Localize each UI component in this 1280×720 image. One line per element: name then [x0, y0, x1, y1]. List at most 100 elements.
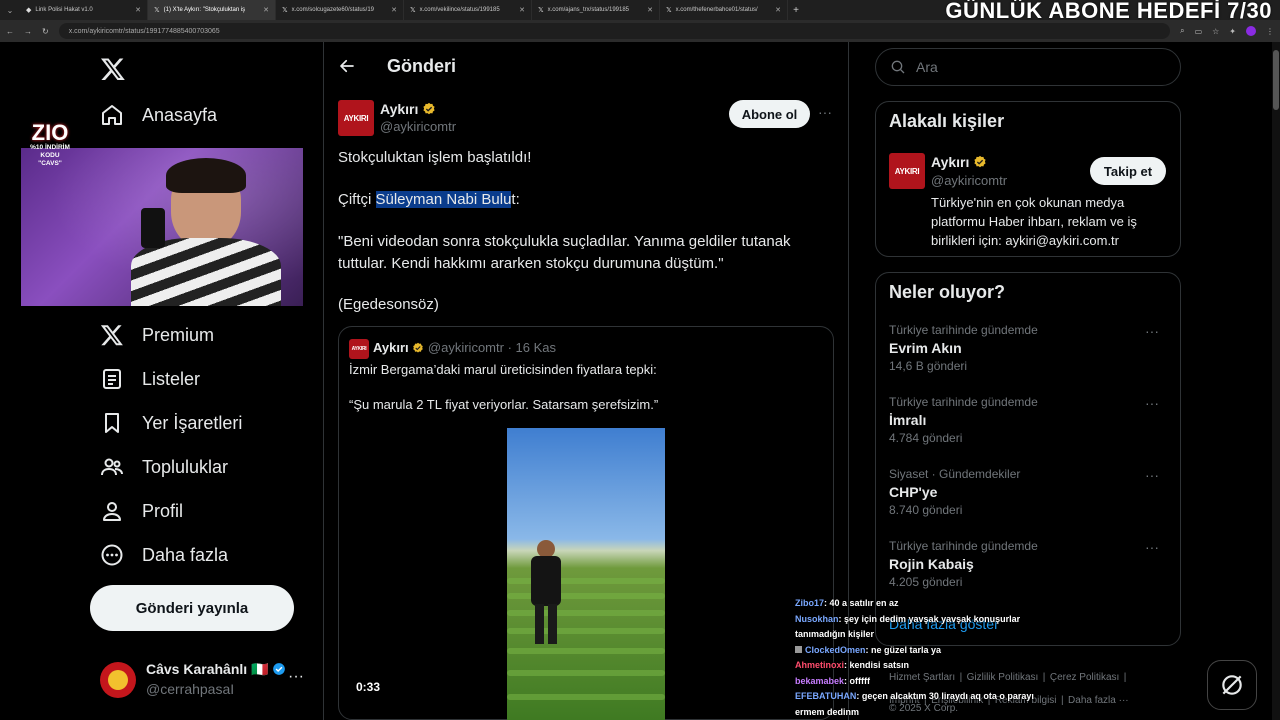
related-bio: Türkiye'nin en çok okunan medya platform… — [931, 195, 1137, 248]
tweet-author-row: Aykırı — [380, 101, 436, 117]
back-icon[interactable]: ← — [6, 27, 14, 36]
profile-avatar-icon[interactable] — [1246, 26, 1256, 36]
close-icon[interactable]: ✕ — [135, 6, 141, 14]
tab-search-icon[interactable]: ⌄ — [0, 0, 20, 20]
sidebar-item-label: Daha fazla — [142, 544, 229, 565]
verified-badge-icon — [413, 342, 424, 353]
browser-tab[interactable]: 𝕏x.com/thefenerbahce01/status/✕ — [660, 0, 788, 20]
browser-tab-active[interactable]: 𝕏 (1) X'te Aykırı: "Stokçuluktan iş ✕ — [148, 0, 276, 20]
tweet-text-line: Stokçuluktan işlem başlatıldı! — [338, 149, 532, 166]
close-icon[interactable]: ✕ — [391, 6, 397, 14]
trend-count: 8.740 gönderi — [889, 503, 963, 517]
tweet-text-line: Çiftçi Süleyman Nabi Bulut: — [338, 189, 818, 211]
more-dots-icon[interactable]: ··· — [1145, 395, 1159, 411]
chat-badge-icon — [795, 645, 802, 653]
close-icon[interactable]: ✕ — [775, 6, 781, 14]
search-placeholder: Ara — [916, 59, 938, 75]
footer-link[interactable]: Çerez Politikası — [1050, 672, 1119, 683]
x-logo-icon: 𝕏 — [410, 7, 416, 14]
trend-count: 14,6 B gönderi — [889, 359, 968, 373]
close-icon[interactable]: ✕ — [263, 6, 269, 14]
selected-text[interactable]: Süleyman Nabi Bulu — [375, 191, 512, 208]
trend-item[interactable]: Türkiye tarihinde gündemde İmralı 4.784 … — [889, 395, 1169, 445]
url-text: x.com/aykiricomtr/status/199177488540070… — [68, 27, 220, 35]
chat-message: ClockedOmen: ne güzel tarla ya — [795, 643, 1045, 659]
tweet-author-name[interactable]: Aykırı — [380, 101, 418, 117]
browser-address-bar: ← → ↻ x.com/aykiricomtr/status/199177488… — [0, 20, 1280, 42]
tweet-text-segment: Çiftçi — [338, 191, 376, 208]
account-switcher[interactable]: Câvs Karahânlı 🇮🇹 @cerrahpasaI ··· — [100, 660, 312, 700]
new-tab-icon[interactable]: + — [788, 5, 804, 16]
sidebar-item-bookmarks[interactable]: Yer İşaretleri — [100, 411, 242, 435]
reload-icon[interactable]: ↻ — [42, 27, 49, 36]
avatar: AYKIRI — [349, 339, 369, 359]
avatar[interactable]: AYKIRI — [889, 153, 925, 189]
browser-tab[interactable]: 𝕏x.com/ajans_trx/status/199185 ✕ — [532, 0, 660, 20]
menu-dots-icon[interactable]: ⋮ — [1266, 27, 1274, 36]
sidebar-item-label: Profil — [142, 500, 184, 521]
more-dots-icon[interactable]: ··· — [288, 668, 304, 686]
trend-name: Rojin Kabaiş — [889, 556, 974, 572]
tweet-author-handle[interactable]: @aykiricomtr — [380, 119, 456, 134]
cast-icon[interactable]: ▭ — [1195, 27, 1203, 36]
profile-icon — [103, 502, 121, 521]
sidebar-item-profile[interactable]: Profil — [100, 499, 183, 523]
browser-tab[interactable]: 𝕏x.com/vekilince/status/199185 ✕ — [404, 0, 532, 20]
grok-icon — [1222, 675, 1242, 695]
browser-tab[interactable]: ◆ Link Polisi Hakat v1.0 ✕ — [20, 0, 148, 20]
chat-username: Nusokhan — [795, 613, 839, 624]
more-dots-icon[interactable]: ··· — [1145, 323, 1159, 339]
trend-count: 4.205 gönderi — [889, 575, 963, 589]
quote-text: “Şu marula 2 TL fiyat veriyorlar. Satars… — [349, 397, 659, 412]
chat-message: EFEBATUHAN: geçen alcaktım 30 liraydı aq… — [795, 689, 1045, 720]
page-scrollbar[interactable] — [1272, 42, 1280, 720]
x-logo-icon[interactable] — [100, 56, 126, 87]
search-icon — [891, 60, 905, 74]
verified-badge-icon — [974, 155, 986, 168]
sidebar-item-lists[interactable]: Listeler — [100, 367, 200, 391]
verified-badge-icon — [423, 102, 435, 115]
forward-icon[interactable]: → — [24, 27, 32, 36]
quote-date: · 16 Kas — [507, 340, 556, 355]
video-duration: 0:33 — [356, 680, 381, 694]
x-logo-icon — [100, 325, 123, 346]
scrollbar-thumb[interactable] — [1273, 50, 1279, 110]
sidebar-item-communities[interactable]: Topluluklar — [100, 455, 228, 479]
grok-button[interactable] — [1207, 660, 1257, 710]
trend-item[interactable]: Siyaset · Gündemdekiler CHP'ye 8.740 gön… — [889, 467, 1169, 517]
related-name[interactable]: Aykırı — [931, 154, 969, 170]
chat-text: : 40 a satılır en az — [824, 598, 899, 608]
browser-tab[interactable]: 𝕏x.com/solcugazete60/status/19 ✕ — [276, 0, 404, 20]
close-icon[interactable]: ✕ — [519, 6, 525, 14]
url-field[interactable]: x.com/aykiricomtr/status/199177488540070… — [58, 23, 1171, 39]
video-player[interactable] — [507, 428, 665, 720]
chat-text: : kendisi satsın — [844, 660, 910, 670]
close-icon[interactable]: ✕ — [647, 6, 653, 14]
zoom-icon[interactable]: ⌕ — [1180, 26, 1184, 36]
trend-item[interactable]: Türkiye tarihinde gündemde Rojin Kabaiş … — [889, 539, 1169, 589]
sidebar-item-home[interactable]: Anasayfa — [100, 103, 217, 127]
bookmark-star-icon[interactable]: ☆ — [1212, 27, 1219, 36]
sidebar-item-more[interactable]: Daha fazla — [100, 543, 228, 567]
extensions-icon[interactable]: ✦ — [1229, 27, 1236, 36]
trend-count: 4.784 gönderi — [889, 431, 963, 445]
sidebar-item-label: Topluluklar — [142, 456, 229, 477]
follow-button[interactable]: Takip et — [1090, 157, 1166, 185]
more-dots-icon[interactable]: ··· — [818, 104, 832, 120]
more-dots-icon[interactable]: ··· — [1145, 467, 1159, 483]
sidebar-item-premium[interactable]: Premium — [100, 323, 214, 347]
chat-message: bekamabek: offfff — [795, 674, 1045, 690]
subscribe-button[interactable]: Abone ol — [729, 100, 810, 128]
more-dots-icon[interactable]: ··· — [1145, 539, 1159, 555]
trend-item[interactable]: Türkiye tarihinde gündemde Evrim Akın 14… — [889, 323, 1169, 373]
back-arrow-icon[interactable] — [338, 57, 356, 80]
sidebar-item-label: Anasayfa — [142, 104, 218, 125]
footer-link[interactable]: Daha fazla ··· — [1068, 695, 1129, 706]
sponsor-logo: ZIO %10 İNDİRİM KODU "CAVS" — [20, 122, 80, 168]
trend-name: CHP'ye — [889, 484, 938, 500]
post-button[interactable]: Gönderi yayınla — [90, 585, 294, 631]
quote-text: İzmir Bergama’daki marul üreticisinden f… — [349, 362, 657, 377]
search-input[interactable]: Ara — [875, 48, 1181, 86]
promo-text: %10 İNDİRİM KODU — [30, 144, 70, 159]
avatar[interactable]: AYKIRI — [338, 100, 374, 136]
